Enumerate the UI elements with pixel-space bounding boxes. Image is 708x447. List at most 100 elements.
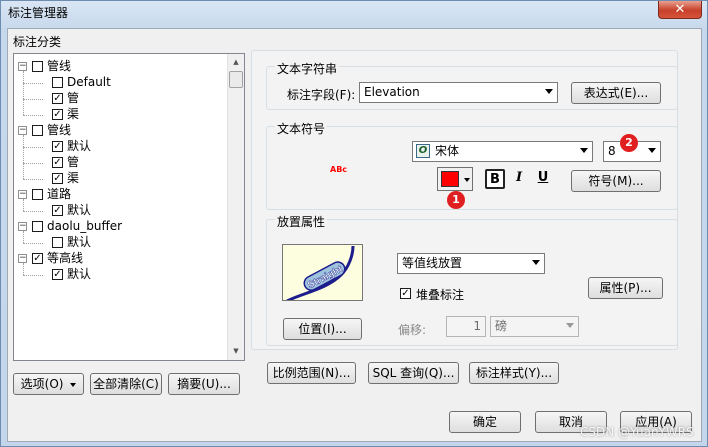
- dropdown-arrow-icon: [648, 148, 656, 153]
- offset-input[interactable]: 1: [446, 316, 486, 337]
- clear-all-button[interactable]: 全部清除(C): [90, 373, 162, 395]
- expression-button[interactable]: 表达式(E)...: [571, 82, 661, 104]
- dialog-body: 标注分类 ▲ ▼ − 管线 Default ✓ 管 ✓ 渠 − 管线 ✓ 默认 ✓ 管 ✓ 渠 − 道路 ✓ 默认 −…: [7, 28, 702, 442]
- underline-button[interactable]: U: [533, 169, 553, 189]
- tree-item-checkbox[interactable]: [52, 77, 63, 88]
- dropdown-arrow-icon: [580, 148, 588, 153]
- placement-mode-value: 等值线放置: [402, 256, 463, 270]
- watermark: CSDN @YuanYWRS: [580, 425, 694, 439]
- tree-connector: [23, 99, 43, 100]
- label-field-label: 标注字段(F):: [287, 88, 356, 102]
- tree-item-checkbox[interactable]: [32, 61, 43, 72]
- position-button[interactable]: 位置(I)...: [283, 318, 362, 340]
- tree-item-label[interactable]: 默认: [67, 203, 91, 218]
- label-manager-window: 标注管理器 ✕ 标注分类 ▲ ▼ − 管线 Default ✓ 管 ✓ 渠 − 管线 ✓ 默认 ✓ 管 ✓…: [0, 0, 708, 447]
- tree-item-checkbox[interactable]: [52, 237, 63, 248]
- tree-connector: [23, 263, 24, 275]
- bold-button[interactable]: B: [485, 169, 505, 189]
- tree-connector: [23, 115, 43, 116]
- tree-item-label[interactable]: 管: [67, 155, 79, 170]
- tree-item-label[interactable]: Default: [67, 75, 111, 90]
- tree-item-checkbox[interactable]: [32, 189, 43, 200]
- tree-item-checkbox[interactable]: ✓: [52, 157, 63, 168]
- label-styles-button[interactable]: 标注样式(Y)...: [469, 362, 559, 384]
- offset-unit-value: 磅: [495, 319, 508, 333]
- close-button[interactable]: ✕: [658, 1, 702, 19]
- opentype-font-icon: O: [416, 144, 430, 158]
- tree-connector: [23, 211, 43, 212]
- contour-curve-icon: Straight: [286, 245, 355, 300]
- tree-item-label[interactable]: 管线: [47, 59, 71, 74]
- tree-item-label[interactable]: 默认: [67, 267, 91, 282]
- ok-button[interactable]: 确定: [449, 411, 521, 433]
- tree-connector: [23, 231, 24, 243]
- offset-label: 偏移:: [398, 323, 427, 337]
- scroll-down-arrow-icon[interactable]: ▼: [228, 343, 244, 360]
- color-swatch: [441, 171, 459, 187]
- tree-collapse-icon[interactable]: −: [18, 222, 27, 231]
- symbol-button[interactable]: 符号(M)...: [571, 170, 661, 192]
- tree-connector: [23, 71, 24, 115]
- placement-preview: Straight: [282, 244, 363, 301]
- tree-item-checkbox[interactable]: [32, 125, 43, 136]
- tree-item-checkbox[interactable]: ✓: [52, 141, 63, 152]
- tree-collapse-icon[interactable]: −: [18, 126, 27, 135]
- tree-connector: [23, 199, 24, 211]
- tree-item-label[interactable]: 默认: [67, 235, 91, 250]
- font-combo[interactable]: O 宋体: [412, 141, 593, 162]
- tree-item-label[interactable]: 渠: [67, 107, 79, 122]
- tree-item-checkbox[interactable]: ✓: [52, 93, 63, 104]
- tree-item-checkbox[interactable]: ✓: [32, 253, 43, 264]
- label-class-tree[interactable]: ▲ ▼ − 管线 Default ✓ 管 ✓ 渠 − 管线 ✓ 默认 ✓ 管 ✓ 渠 − 道路 ✓ 默认 − daolu…: [13, 53, 245, 361]
- scroll-thumb[interactable]: [229, 71, 243, 88]
- tree-connector: [23, 147, 43, 148]
- italic-button[interactable]: I: [509, 169, 529, 189]
- font-size-value: 8: [608, 144, 616, 158]
- tree-connector: [23, 83, 43, 84]
- tree-collapse-icon[interactable]: −: [18, 190, 27, 199]
- tree-item-label[interactable]: 默认: [67, 139, 91, 154]
- text-string-header: 文本字符串: [275, 60, 340, 77]
- symbol-preview: ABc: [330, 165, 348, 174]
- window-title: 标注管理器: [8, 6, 69, 20]
- properties-button[interactable]: 属性(P)...: [588, 277, 663, 299]
- tree-connector: [23, 163, 43, 164]
- tree-item-label[interactable]: 道路: [47, 187, 71, 202]
- tree-item-checkbox[interactable]: ✓: [52, 109, 63, 120]
- label-classes-header: 标注分类: [13, 35, 62, 49]
- text-symbol-header: 文本符号: [275, 120, 328, 137]
- tree-item-checkbox[interactable]: ✓: [52, 205, 63, 216]
- summary-button[interactable]: 摘要(U)...: [168, 373, 240, 395]
- scroll-up-arrow-icon[interactable]: ▲: [228, 54, 244, 71]
- tree-connector: [23, 179, 43, 180]
- tree-collapse-icon[interactable]: −: [18, 62, 27, 71]
- tree-item-label[interactable]: 管: [67, 91, 79, 106]
- font-value: 宋体: [435, 144, 460, 158]
- placement-header: 放置属性: [275, 213, 328, 230]
- tree-connector: [23, 135, 24, 179]
- tree-item-label[interactable]: 等高线: [47, 251, 83, 266]
- dropdown-arrow-icon: [464, 178, 470, 182]
- dropdown-arrow-icon: [545, 89, 553, 94]
- tree-item-label[interactable]: daolu_buffer: [47, 219, 122, 234]
- options-button[interactable]: 选项(O): [13, 373, 84, 395]
- tree-item-label[interactable]: 渠: [67, 171, 79, 186]
- label-field-combo[interactable]: Elevation: [359, 82, 558, 103]
- placement-mode-combo[interactable]: 等值线放置: [397, 253, 545, 274]
- tree-scrollbar[interactable]: ▲ ▼: [227, 54, 244, 360]
- stack-labels-checkbox[interactable]: ✓: [400, 288, 411, 299]
- tree-item-label[interactable]: 管线: [47, 123, 71, 138]
- tree-item-checkbox[interactable]: ✓: [52, 173, 63, 184]
- offset-unit-combo[interactable]: 磅: [490, 316, 579, 337]
- dropdown-arrow-icon: [566, 323, 574, 328]
- color-picker-button[interactable]: [437, 167, 473, 191]
- tree-connector: [23, 243, 43, 244]
- annotation-badge-1: 1: [447, 191, 465, 209]
- dropdown-arrow-icon: [532, 260, 540, 265]
- tree-item-checkbox[interactable]: ✓: [52, 269, 63, 280]
- tree-item-checkbox[interactable]: [32, 221, 43, 232]
- sql-query-button[interactable]: SQL 查询(Q)...: [368, 362, 459, 384]
- scale-range-button[interactable]: 比例范围(N)...: [267, 362, 356, 384]
- tree-connector: [23, 275, 43, 276]
- tree-collapse-icon[interactable]: −: [18, 254, 27, 263]
